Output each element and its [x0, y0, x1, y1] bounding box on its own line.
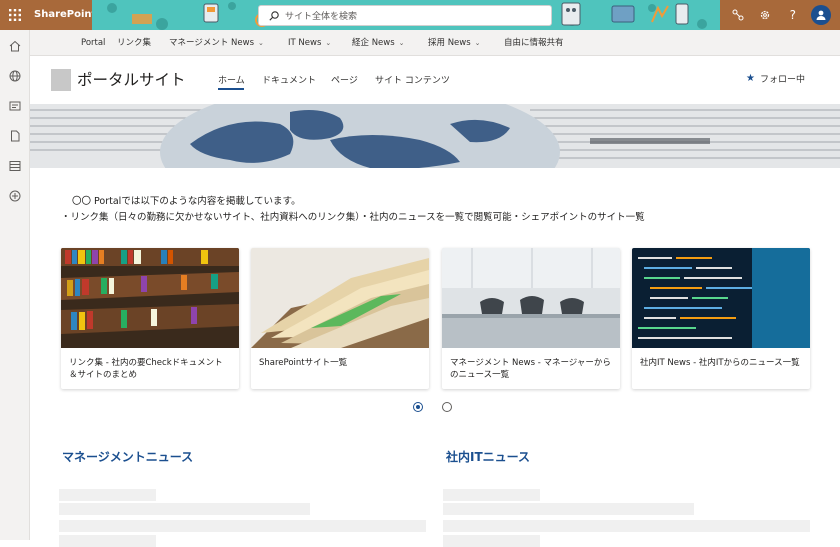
hub-nav-label: 採用 News: [428, 38, 471, 48]
active-nav-indicator: [218, 88, 244, 90]
site-title[interactable]: ポータルサイト: [77, 68, 186, 90]
brand-name[interactable]: SharePoint: [30, 0, 96, 30]
follow-label: フォロー中: [759, 75, 805, 85]
suite-bar: SharePoint サイト全体を検索 ?: [0, 0, 840, 30]
management-news-heading[interactable]: マネージメントニュース: [62, 448, 193, 465]
loading-placeholder: [59, 520, 426, 532]
card-caption: 社内IT News - 社内ITからのニュース一覧: [640, 358, 800, 368]
hub-nav-label: Portal: [81, 38, 106, 48]
carousel-dot-1[interactable]: [413, 402, 423, 412]
hub-nav-it-news[interactable]: IT News ⌄: [288, 30, 331, 56]
hub-nav-free-share[interactable]: 自由に情報共有: [504, 30, 564, 56]
help-icon[interactable]: ?: [784, 6, 802, 24]
app-launcher-icon[interactable]: [0, 0, 30, 30]
chevron-down-icon: ⌄: [258, 39, 264, 47]
loading-placeholder: [59, 535, 156, 547]
hub-nav-links[interactable]: リンク集: [117, 30, 151, 56]
news-icon[interactable]: [7, 98, 23, 114]
search-input[interactable]: サイト全体を検索: [285, 9, 357, 22]
site-nav-pages[interactable]: ページ: [331, 73, 358, 86]
hero-card-sites[interactable]: SharePointサイト一覧: [251, 248, 429, 389]
hub-nav-label: 経企 News: [352, 38, 395, 48]
meeting-room-image: [442, 248, 620, 348]
gear-icon[interactable]: [756, 6, 774, 24]
site-header: ポータルサイト ホーム ドキュメント ページ サイト コンテンツ ★ フォロー中: [30, 56, 840, 104]
intro-line-1: 〇〇 Portalでは以下のような内容を掲載しています。: [72, 196, 301, 207]
app-bar: [0, 30, 30, 540]
document-icon[interactable]: [7, 128, 23, 144]
chevron-down-icon: ⌄: [398, 39, 405, 47]
bookshelf-image: [61, 248, 239, 348]
share-network-icon[interactable]: [729, 6, 747, 24]
hub-nav-recruit-news[interactable]: 採用 News ⌄: [428, 30, 481, 56]
card-caption: マネージメント News - マネージャーからのニュース一覧: [450, 358, 611, 380]
globe-icon[interactable]: [7, 68, 23, 84]
site-nav-documents[interactable]: ドキュメント: [262, 73, 316, 86]
loading-placeholder: [443, 535, 540, 547]
carousel-dot-2[interactable]: [442, 402, 452, 412]
chevron-down-icon: ⌄: [325, 39, 332, 47]
site-nav-home[interactable]: ホーム: [218, 73, 245, 86]
card-caption: リンク集 - 社内の要Checkドキュメント＆サイトのまとめ: [69, 358, 223, 380]
code-screen-image: [632, 248, 810, 348]
suite-actions: ?: [720, 0, 840, 30]
hub-nav-label: 自由に情報共有: [504, 38, 564, 48]
hub-nav-management-news[interactable]: マネージメント News ⌄: [169, 30, 264, 56]
loading-placeholder: [59, 489, 156, 501]
loading-placeholder: [59, 503, 310, 515]
card-caption: SharePointサイト一覧: [259, 358, 348, 368]
star-icon: ★: [746, 73, 755, 84]
loading-placeholder: [443, 520, 810, 532]
site-logo[interactable]: [51, 69, 71, 91]
chevron-down-icon: ⌄: [474, 39, 481, 47]
hub-nav-portal[interactable]: Portal: [81, 30, 105, 56]
hero-card-links[interactable]: リンク集 - 社内の要Checkドキュメント＆サイトのまとめ: [61, 248, 239, 389]
avatar[interactable]: [811, 5, 832, 25]
loading-placeholder: [443, 503, 694, 515]
it-news-heading[interactable]: 社内ITニュース: [446, 448, 530, 465]
hub-nav-label: IT News: [288, 38, 322, 48]
follow-button[interactable]: ★ フォロー中: [746, 72, 805, 85]
site-nav-site-contents[interactable]: サイト コンテンツ: [375, 73, 450, 86]
lists-icon[interactable]: [7, 158, 23, 174]
home-icon[interactable]: [7, 38, 23, 54]
loading-placeholder: [443, 489, 540, 501]
hub-nav-keiki-news[interactable]: 経企 News ⌄: [352, 30, 405, 56]
file-folders-image: [251, 248, 429, 348]
search-icon: [269, 6, 279, 25]
add-icon[interactable]: [7, 188, 23, 204]
hero-card-it-news[interactable]: 社内IT News - 社内ITからのニュース一覧: [632, 248, 810, 389]
hub-navigation: Portal リンク集 マネージメント News ⌄ IT News ⌄ 経企 Ne…: [30, 30, 840, 56]
hub-nav-label: マネージメント News: [169, 38, 255, 48]
search-box[interactable]: サイト全体を検索: [258, 5, 552, 26]
intro-line-2: ・リンク集（日々の勤務に欠かせないサイト、社内資料へのリンク集）・社内のニュース…: [61, 212, 645, 223]
hero-banner-image: [30, 104, 840, 168]
hub-nav-label: リンク集: [117, 38, 152, 48]
hero-card-management-news[interactable]: マネージメント News - マネージャーからのニュース一覧: [442, 248, 620, 389]
